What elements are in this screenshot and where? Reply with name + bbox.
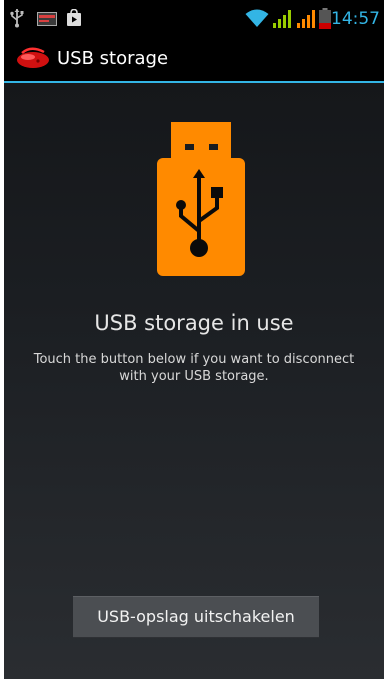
disable-usb-storage-button[interactable]: USB-opslag uitschakelen	[73, 596, 319, 638]
signal-icon	[272, 9, 292, 33]
notification-icon	[37, 11, 57, 30]
status-bar: 14:57	[4, 0, 384, 37]
usb-stick-icon	[157, 122, 245, 280]
action-bar-divider	[4, 81, 384, 83]
action-bar-title: USB storage	[57, 48, 169, 69]
phone-screen: 14:57 USB storage USB storage in use Tou…	[4, 0, 384, 679]
battery-icon	[319, 8, 331, 33]
usb-status-description: Touch the button below if you want to di…	[33, 352, 355, 384]
action-bar: USB storage	[4, 37, 384, 81]
status-time: 14:57	[331, 9, 380, 29]
play-store-icon	[66, 8, 82, 31]
usb-status-heading: USB storage in use	[94, 311, 294, 335]
signal-icon	[296, 9, 316, 33]
app-logo-icon[interactable]	[16, 47, 50, 73]
usb-icon	[10, 8, 24, 32]
wifi-icon	[245, 8, 269, 32]
